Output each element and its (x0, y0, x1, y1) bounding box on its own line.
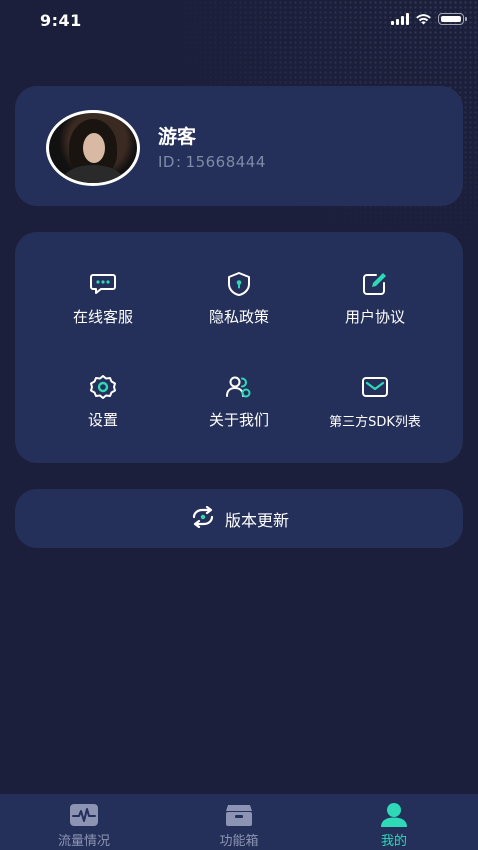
shield-lock-icon (225, 270, 253, 298)
status-time: 9:41 (40, 11, 82, 30)
user-icon (379, 802, 409, 828)
battery-icon (438, 13, 467, 25)
profile-id-separator: : (175, 153, 182, 171)
tab-mine[interactable]: 我的 (334, 794, 454, 850)
avatar[interactable] (46, 110, 140, 186)
gear-icon (89, 373, 117, 401)
tab-label: 我的 (380, 834, 407, 849)
profile-name: 游客 (158, 126, 197, 148)
toolbox-icon (224, 802, 254, 828)
mail-icon (361, 373, 389, 401)
menu-item-third-party-sdk[interactable]: 第三方SDK列表 (300, 373, 450, 430)
menu-item-online-service[interactable]: 在线客服 (28, 270, 178, 327)
profile-card[interactable]: 游客 ID: 15668444 (15, 86, 463, 206)
menu-item-label: 设置 (87, 411, 118, 429)
menu-item-user-agreement[interactable]: 用户协议 (300, 270, 450, 327)
version-update-label: 版本更新 (224, 510, 289, 530)
menu-item-about-us[interactable]: 关于我们 (164, 373, 314, 430)
menu-grid: 在线客服 隐私政策 用户协议 设置 关于我们 第三方SDK列表 (15, 232, 463, 463)
profile-id: ID: 15668444 (158, 153, 266, 171)
wifi-icon (416, 14, 431, 25)
bottom-tab-bar: 流量情况 功能箱 我的 (0, 794, 478, 850)
status-icons (391, 13, 467, 25)
menu-item-settings[interactable]: 设置 (28, 373, 178, 430)
version-update-button[interactable]: 版本更新 (15, 489, 463, 548)
tab-label: 功能箱 (219, 834, 259, 849)
menu-card: 在线客服 隐私政策 用户协议 设置 关于我们 第三方SDK列表 (15, 232, 463, 463)
users-icon (225, 373, 253, 401)
menu-item-label: 关于我们 (208, 411, 269, 429)
tab-traffic[interactable]: 流量情况 (24, 794, 144, 850)
edit-document-icon (361, 270, 389, 298)
signal-icon (391, 13, 409, 25)
tab-toolbox[interactable]: 功能箱 (179, 794, 299, 850)
tab-label: 流量情况 (57, 834, 110, 849)
profile-id-value: 15668444 (185, 153, 266, 171)
menu-item-label: 用户协议 (344, 308, 405, 326)
menu-item-label: 在线客服 (72, 308, 133, 326)
menu-item-privacy-policy[interactable]: 隐私政策 (164, 270, 314, 327)
profile-id-label: ID (158, 153, 175, 171)
pulse-icon (69, 802, 99, 828)
menu-item-label: 隐私政策 (208, 308, 269, 326)
status-bar: 9:41 (0, 0, 478, 44)
menu-item-label: 第三方SDK列表 (329, 415, 421, 430)
chat-bubble-icon (89, 270, 117, 298)
refresh-icon (189, 505, 217, 532)
